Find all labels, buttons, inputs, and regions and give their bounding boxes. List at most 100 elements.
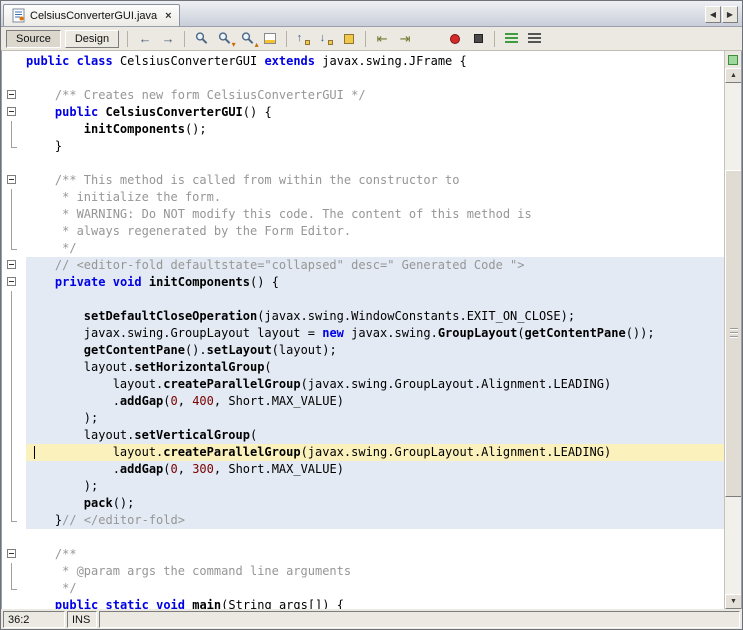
gutter	[2, 376, 26, 393]
scroll-tabs-left-button[interactable]: ◀	[705, 6, 721, 23]
previous-bookmark-icon: ↑	[296, 32, 311, 46]
code-line[interactable]: * @param args the command line arguments	[2, 563, 724, 580]
toolbar-separator	[365, 30, 367, 47]
code-line[interactable]: * WARNING: Do NOT modify this code. The …	[2, 206, 724, 223]
code-editor[interactable]: public class CelsiusConverterGUI extends…	[1, 51, 742, 609]
code-line[interactable]: public class CelsiusConverterGUI extends…	[2, 53, 724, 70]
code-line[interactable]: * always regenerated by the Form Editor.	[2, 223, 724, 240]
uncomment-icon	[527, 33, 541, 44]
code-line[interactable]	[2, 291, 724, 308]
code-line[interactable]: );	[2, 478, 724, 495]
uncomment-button[interactable]	[523, 29, 545, 49]
find-previous-occurrence-button[interactable]: ▴	[236, 29, 259, 49]
vertical-scrollbar[interactable]: ▲ ▼	[725, 68, 741, 609]
scrollbar-track[interactable]	[725, 83, 741, 594]
code-line[interactable]: initComponents();	[2, 121, 724, 138]
gutter	[2, 393, 26, 410]
code-line[interactable]	[2, 70, 724, 87]
error-stripe-status-ok-icon	[728, 55, 738, 65]
scrollbar-up-button[interactable]: ▲	[725, 68, 741, 83]
fold-toggle-icon[interactable]	[2, 104, 26, 121]
design-view-button[interactable]: Design	[64, 29, 120, 48]
code-line[interactable]: /** This method is called from within th…	[2, 172, 724, 189]
editor-toolbar: Source Design ← → ▾ ▴ ↑ ↓ ⇤ ⇥	[1, 27, 742, 51]
code-line[interactable]: pack();	[2, 495, 724, 512]
code-line[interactable]	[2, 155, 724, 172]
shift-line-left-icon: ⇤	[376, 31, 388, 46]
code-line[interactable]: .addGap(0, 400, Short.MAX_VALUE)	[2, 393, 724, 410]
fold-toggle-icon[interactable]	[2, 172, 26, 189]
editor-right-rail: ▲ ▼	[724, 51, 741, 609]
scrollbar-thumb[interactable]	[725, 169, 741, 497]
scroll-tabs-right-button[interactable]: ▶	[722, 6, 738, 23]
gutter	[2, 325, 26, 342]
gutter	[2, 512, 26, 529]
shift-line-right-icon: ⇥	[399, 31, 411, 46]
previous-bookmark-button[interactable]: ↑	[292, 29, 314, 49]
gutter	[2, 240, 26, 257]
back-button[interactable]: ←	[134, 29, 156, 49]
code-line[interactable]: javax.swing.GroupLayout layout = new jav…	[2, 325, 724, 342]
toggle-bookmark-icon	[344, 33, 355, 44]
gutter	[2, 359, 26, 376]
scrollbar-grip	[729, 327, 738, 339]
code-line[interactable]: public static void main(String args[]) {	[2, 597, 724, 609]
code-line[interactable]: */	[2, 240, 724, 257]
insert-mode-indicator: INS	[67, 611, 97, 628]
toggle-bookmark-button[interactable]	[338, 29, 360, 49]
code-line[interactable]: /**	[2, 546, 724, 563]
gutter	[2, 495, 26, 512]
code-line[interactable]: layout.createParallelGroup(javax.swing.G…	[2, 376, 724, 393]
tab-close-icon[interactable]: ×	[165, 10, 171, 22]
gutter	[2, 53, 26, 70]
toolbar-separator	[286, 30, 288, 47]
find-selection-button[interactable]	[190, 29, 212, 49]
start-macro-recording-icon	[450, 33, 461, 44]
code-line[interactable]: * initialize the form.	[2, 189, 724, 206]
code-line[interactable]: }	[2, 138, 724, 155]
code-line[interactable]: */	[2, 580, 724, 597]
gutter	[2, 189, 26, 206]
gutter	[2, 70, 26, 87]
gutter	[2, 529, 26, 546]
gutter	[2, 223, 26, 240]
text-caret	[34, 446, 35, 459]
code-line[interactable]: getContentPane().setLayout(layout);	[2, 342, 724, 359]
toggle-highlight-search-button[interactable]	[259, 29, 281, 49]
tab-celsiusconvertergui-java[interactable]: CelsiusConverterGUI.java ×	[3, 4, 180, 26]
scrollbar-down-button[interactable]: ▼	[725, 594, 741, 609]
status-bar: 36:2 INS	[1, 609, 742, 629]
start-macro-recording-button[interactable]	[444, 29, 466, 49]
stop-macro-recording-icon	[473, 34, 483, 43]
fold-toggle-icon[interactable]	[2, 546, 26, 563]
find-next-occurrence-button[interactable]: ▾	[213, 29, 236, 49]
fold-toggle-icon[interactable]	[2, 257, 26, 274]
editor-tab-bar: CelsiusConverterGUI.java × ◀ ▶	[1, 1, 742, 27]
code-line[interactable]: layout.setHorizontalGroup(	[2, 359, 724, 376]
shift-line-right-button[interactable]: ⇥	[394, 29, 416, 49]
code-line[interactable]: public CelsiusConverterGUI() {	[2, 104, 724, 121]
code-line[interactable]: }// </editor-fold>	[2, 512, 724, 529]
code-line[interactable]: .addGap(0, 300, Short.MAX_VALUE)	[2, 461, 724, 478]
find-selection-icon	[194, 31, 209, 46]
code-line[interactable]	[2, 529, 724, 546]
gutter	[2, 563, 26, 580]
gutter	[2, 580, 26, 597]
shift-line-left-button[interactable]: ⇤	[371, 29, 393, 49]
forward-button[interactable]: →	[157, 29, 179, 49]
netbeans-editor-window: CelsiusConverterGUI.java × ◀ ▶ Source De…	[0, 0, 743, 630]
next-bookmark-button[interactable]: ↓	[315, 29, 337, 49]
code-line[interactable]: // <editor-fold defaultstate="collapsed"…	[2, 257, 724, 274]
gutter	[2, 444, 26, 461]
fold-toggle-icon[interactable]	[2, 87, 26, 104]
source-view-button[interactable]: Source	[6, 29, 61, 48]
code-line[interactable]: private void initComponents() {	[2, 274, 724, 291]
code-line[interactable]: );	[2, 410, 724, 427]
fold-toggle-icon[interactable]	[2, 274, 26, 291]
code-line[interactable]: setDefaultCloseOperation(javax.swing.Win…	[2, 308, 724, 325]
comment-button[interactable]	[500, 29, 522, 49]
code-line[interactable]: layout.createParallelGroup(javax.swing.G…	[2, 444, 724, 461]
code-line[interactable]: layout.setVerticalGroup(	[2, 427, 724, 444]
stop-macro-recording-button[interactable]	[467, 29, 489, 49]
code-line[interactable]: /** Creates new form CelsiusConverterGUI…	[2, 87, 724, 104]
